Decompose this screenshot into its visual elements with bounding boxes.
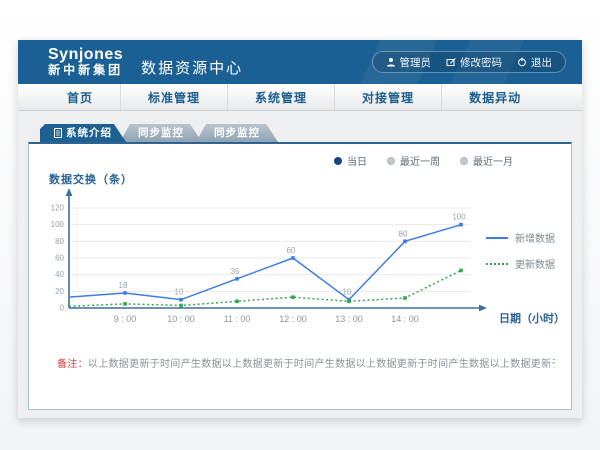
tab-label: 系统介绍 — [66, 124, 112, 142]
edit-icon — [446, 57, 456, 67]
y-axis-title: 数据交换（条） — [49, 171, 133, 187]
footnote-label: 备注： — [57, 359, 88, 370]
change-password-button[interactable]: 修改密码 — [446, 55, 502, 70]
app-window: Synjones 新中新集团 数据资源中心 管理员 修改密码 退出 首页 标准管… — [18, 40, 582, 418]
footnote-text: 以上数据更新于时间产生数据以上数据更新于时间产生数据以上数据更新于时间产生数据以… — [88, 359, 555, 370]
tab-sync-monitor-2[interactable]: 同步监控 — [196, 124, 278, 142]
radio-label: 最近一月 — [473, 153, 513, 168]
footnote: 备注：以上数据更新于时间产生数据以上数据更新于时间产生数据以上数据更新于时间产生… — [57, 355, 555, 370]
svg-text:60: 60 — [55, 254, 64, 263]
user-name: 管理员 — [400, 55, 432, 70]
brand-logo: Synjones 新中新集团 — [48, 47, 123, 76]
radio-last-week[interactable]: 最近一周 — [387, 153, 440, 168]
radio-label: 最近一周 — [400, 153, 440, 168]
brand-logo-cn: 新中新集团 — [48, 64, 123, 77]
radio-label: 当日 — [347, 153, 367, 168]
svg-text:80: 80 — [399, 229, 408, 238]
tab-bar: 系统介绍 同步监控 同步监控 — [40, 124, 572, 142]
legend-item-update-data: 更新数据 — [486, 256, 555, 271]
logout-label: 退出 — [531, 55, 552, 70]
radio-today[interactable]: 当日 — [334, 153, 367, 168]
logout-button[interactable]: 退出 — [517, 55, 552, 70]
nav-item-standard-mgmt[interactable]: 标准管理 — [120, 84, 227, 110]
svg-text:12 : 00: 12 : 00 — [279, 314, 307, 324]
svg-text:11 : 00: 11 : 00 — [224, 314, 251, 324]
x-axis-title: 日期（小时） — [499, 310, 565, 326]
power-icon — [517, 57, 527, 67]
svg-text:35: 35 — [231, 267, 240, 276]
tab-sync-monitor-1[interactable]: 同步监控 — [120, 124, 202, 142]
user-icon — [386, 57, 396, 67]
range-filter: 当日 最近一周 最近一月 — [334, 153, 513, 168]
page-title: 数据资源中心 — [141, 57, 243, 78]
chart-panel: 当日 最近一周 最近一月 数据交换（条） 0 20 40 60 80 100 120 9 : … — [28, 142, 572, 410]
svg-text:0: 0 — [60, 304, 65, 313]
svg-text:13 : 00: 13 : 00 — [335, 314, 363, 324]
svg-text:10 : 00: 10 : 00 — [167, 314, 195, 324]
content-area: 系统介绍 同步监控 同步监控 当日 最近一周 最近一月 数据交 — [18, 111, 582, 410]
nav-item-home[interactable]: 首页 — [40, 84, 120, 110]
radio-dot — [460, 157, 468, 165]
svg-text:120: 120 — [51, 204, 65, 213]
dotted-line-swatch — [486, 263, 508, 265]
doc-icon — [54, 128, 62, 138]
legend-item-new-data: 新增数据 — [486, 230, 555, 245]
user-menu[interactable]: 管理员 — [386, 55, 432, 70]
svg-text:10: 10 — [343, 288, 352, 297]
change-password-label: 修改密码 — [460, 55, 502, 70]
solid-line-swatch — [486, 237, 508, 239]
legend-label: 新增数据 — [515, 230, 555, 245]
radio-dot — [387, 157, 395, 165]
svg-text:20: 20 — [55, 287, 64, 296]
nav-item-system-mgmt[interactable]: 系统管理 — [227, 84, 334, 110]
svg-text:14 : 00: 14 : 00 — [391, 314, 419, 324]
svg-text:10: 10 — [175, 288, 184, 297]
svg-text:60: 60 — [287, 246, 296, 255]
radio-dot — [334, 157, 342, 165]
svg-text:100: 100 — [51, 220, 65, 229]
svg-text:40: 40 — [55, 270, 64, 279]
brand-logo-en: Synjones — [48, 47, 123, 64]
legend-label: 更新数据 — [515, 256, 555, 271]
user-toolbar: 管理员 修改密码 退出 — [372, 51, 567, 73]
svg-text:9 : 00: 9 : 00 — [114, 314, 137, 324]
tab-system-intro[interactable]: 系统介绍 — [40, 124, 126, 142]
nav-item-interface-mgmt[interactable]: 对接管理 — [334, 84, 441, 110]
chart-legend: 新增数据 更新数据 — [486, 230, 555, 282]
radio-last-month[interactable]: 最近一月 — [460, 153, 513, 168]
svg-text:18: 18 — [119, 281, 128, 290]
exchange-line-chart: 0 20 40 60 80 100 120 9 : 00 10 : 00 11 : 00 12 : … — [45, 188, 505, 337]
main-nav: 首页 标准管理 系统管理 对接管理 数据异动 — [18, 84, 582, 111]
nav-item-data-change[interactable]: 数据异动 — [441, 84, 548, 110]
svg-text:80: 80 — [55, 237, 64, 246]
svg-text:100: 100 — [452, 213, 466, 222]
app-header: Synjones 新中新集团 数据资源中心 管理员 修改密码 退出 — [18, 40, 582, 84]
